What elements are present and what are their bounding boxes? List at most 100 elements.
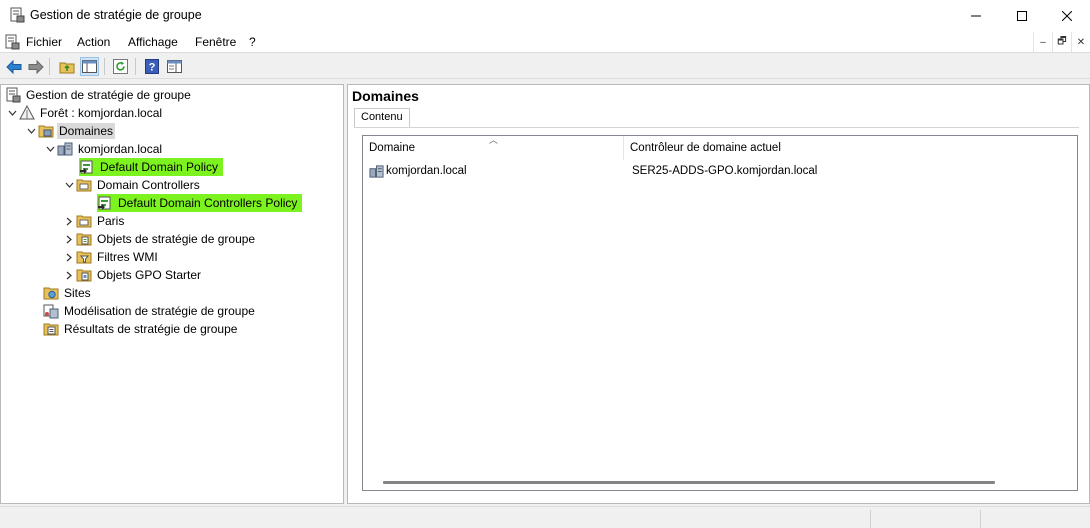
starter-gpo-folder-icon <box>76 269 92 282</box>
up-folder-icon <box>59 62 74 73</box>
column-header-label: Contrôleur de domaine actuel <box>630 142 781 154</box>
gpmc-root-icon <box>6 87 21 103</box>
help-button[interactable]: ? <box>142 57 161 76</box>
tree-item-domaines[interactable]: Domaines <box>24 122 116 140</box>
toolbar-separator <box>104 58 105 75</box>
tree-item-label: Modélisation de stratégie de groupe <box>64 304 255 318</box>
domains-list[interactable]: Domaine ︿ Contrôleur de domaine actuel k… <box>362 135 1078 491</box>
chevron-down-icon[interactable] <box>24 122 38 140</box>
refresh-button[interactable] <box>111 57 130 76</box>
cell-domain: komjordan.local <box>386 165 467 177</box>
tree-pane: Gestion de stratégie de groupe Forêt : k… <box>0 84 344 504</box>
refresh-icon <box>113 59 128 74</box>
chevron-down-icon[interactable] <box>43 140 57 158</box>
forward-button[interactable] <box>26 57 45 76</box>
tree-item-label: Objets de stratégie de groupe <box>97 232 256 246</box>
tree-item-label: Default Domain Controllers Policy <box>116 195 300 211</box>
menu-help[interactable]: ? <box>249 35 256 49</box>
menu-fenetre[interactable]: Fenêtre <box>195 35 236 49</box>
menu-fichier[interactable]: Fichier <box>26 35 62 49</box>
tree-item-domain-komjordan[interactable]: komjordan.local <box>43 140 164 158</box>
wmi-folder-icon <box>76 251 92 264</box>
menu-affichage[interactable]: Affichage <box>128 35 178 49</box>
table-row[interactable]: komjordan.local SER25-ADDS-GPO.komjordan… <box>363 162 1077 180</box>
back-button[interactable] <box>4 57 23 76</box>
tree-item-gp-modeling[interactable]: Modélisation de stratégie de groupe <box>43 302 257 320</box>
menu-action[interactable]: Action <box>77 35 110 49</box>
tree-item-label: Forêt : komjordan.local <box>40 106 163 120</box>
tree-item-gpmc-root[interactable]: Gestion de stratégie de groupe <box>5 86 193 104</box>
ou-folder-icon <box>76 215 92 228</box>
mdi-close-button[interactable]: ✕ <box>1071 32 1090 52</box>
gpo-link-icon <box>98 196 111 210</box>
tree-item-label: Gestion de stratégie de groupe <box>26 88 191 102</box>
tree-item-default-domain-policy[interactable]: Default Domain Policy <box>79 158 224 176</box>
tab-contenu[interactable]: Contenu <box>354 108 410 128</box>
tree-item-forest[interactable]: Forêt : komjordan.local <box>5 104 164 122</box>
cell-controller: SER25-ADDS-GPO.komjordan.local <box>632 165 818 177</box>
sites-folder-icon <box>43 287 59 300</box>
tree-item-label: Domain Controllers <box>97 178 200 192</box>
maximize-button[interactable] <box>999 0 1045 31</box>
forest-icon <box>19 105 35 120</box>
minimize-icon <box>971 15 981 16</box>
up-button[interactable] <box>57 57 76 76</box>
tree-item-label: Domaines <box>57 123 116 139</box>
horizontal-scrollbar[interactable] <box>383 481 995 484</box>
chevron-right-icon[interactable] <box>62 230 76 248</box>
chevron-right-icon[interactable] <box>62 212 76 230</box>
domain-icon <box>369 164 384 178</box>
properties-pane-icon <box>167 60 182 73</box>
maximize-icon <box>1017 10 1027 21</box>
tree-item-gpo-objects[interactable]: Objets de stratégie de groupe <box>62 230 257 248</box>
tree-item-label: Default Domain Policy <box>98 159 221 175</box>
mdi-controls: – 🗗 ✕ <box>1033 32 1090 52</box>
status-bar <box>0 506 1090 528</box>
ou-folder-icon <box>76 179 92 192</box>
results-icon <box>43 323 59 336</box>
svg-text:?: ? <box>148 62 155 74</box>
mdi-minimize-button[interactable]: – <box>1033 32 1052 52</box>
tree-item-label: Filtres WMI <box>97 250 158 264</box>
domains-folder-icon <box>38 125 54 138</box>
tree-item-label: Résultats de stratégie de groupe <box>64 322 238 336</box>
title-bar: Gestion de stratégie de groupe <box>0 0 1090 31</box>
chevron-down-icon[interactable] <box>62 176 76 194</box>
sort-up-icon: ︿ <box>489 135 499 145</box>
details-pane: Domaines Contenu Domaine ︿ Contrôleur de… <box>347 84 1090 504</box>
forward-arrow-icon <box>28 59 44 74</box>
gpmc-app-icon <box>10 7 25 23</box>
window-title: Gestion de stratégie de groupe <box>30 8 202 22</box>
status-divider <box>980 510 981 528</box>
show-hide-tree-icon <box>82 60 97 73</box>
back-arrow-icon <box>5 59 21 74</box>
toolbar-separator <box>135 58 136 75</box>
tree-item-default-domain-controllers-policy[interactable]: Default Domain Controllers Policy <box>97 194 303 212</box>
tree-item-domain-controllers[interactable]: Domain Controllers <box>62 176 202 194</box>
system-menu-icon[interactable] <box>4 34 20 50</box>
tab-divider <box>354 127 1079 128</box>
toolbar-separator <box>49 58 50 75</box>
tree-item-starter-gpos[interactable]: Objets GPO Starter <box>62 266 203 284</box>
tree-item-paris[interactable]: Paris <box>62 212 126 230</box>
mdi-restore-button[interactable]: 🗗 <box>1052 32 1071 52</box>
tree-item-label: Sites <box>64 286 91 300</box>
column-header-domaine[interactable]: Domaine ︿ <box>363 135 624 160</box>
chevron-down-icon[interactable] <box>5 104 19 122</box>
gpo-link-icon <box>80 160 93 174</box>
chevron-right-icon[interactable] <box>62 248 76 266</box>
toolbar: ? <box>0 54 1090 79</box>
tree-item-label: komjordan.local <box>78 142 163 156</box>
close-button[interactable] <box>1044 0 1090 31</box>
tree-item-wmi-filters[interactable]: Filtres WMI <box>62 248 160 266</box>
gpo-folder-icon <box>76 233 92 246</box>
tree-item-gp-results[interactable]: Résultats de stratégie de groupe <box>43 320 239 338</box>
properties-pane-button[interactable] <box>165 57 184 76</box>
column-header-label: Domaine <box>369 142 416 154</box>
tree-item-sites[interactable]: Sites <box>43 284 93 302</box>
show-hide-tree-button[interactable] <box>80 57 99 76</box>
chevron-right-icon[interactable] <box>62 266 76 284</box>
minimize-button[interactable] <box>953 0 999 31</box>
column-header-controleur[interactable]: Contrôleur de domaine actuel <box>624 136 1079 160</box>
status-divider <box>870 510 871 528</box>
